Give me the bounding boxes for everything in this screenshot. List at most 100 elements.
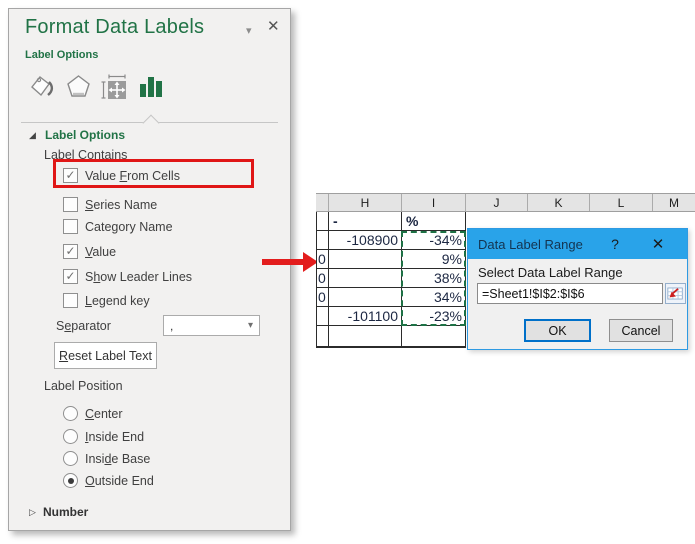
checkbox-show-leader-lines[interactable]: ✓ Show Leader Lines: [63, 269, 192, 284]
cell[interactable]: 34%: [402, 288, 466, 307]
checkbox-label: Show Leader Lines: [85, 269, 193, 284]
data-label-range-dialog: Data Label Range ? ✕ Select Data Label R…: [467, 228, 688, 350]
select-range-label: Select Data Label Range: [478, 265, 623, 280]
checkbox-category-name[interactable]: ✓ Category Name: [63, 219, 173, 234]
checkbox-label: Value: [85, 244, 117, 259]
close-icon[interactable]: ✕: [646, 229, 670, 259]
radio-dot: [68, 434, 74, 440]
column-header-L[interactable]: L: [590, 194, 653, 211]
checkbox-box[interactable]: ✓: [63, 197, 78, 212]
tab-label-options[interactable]: Label Options: [25, 49, 98, 61]
column-header-M[interactable]: M: [653, 194, 695, 211]
radio-dot: [67, 477, 74, 484]
cell[interactable]: -34%: [402, 231, 466, 250]
sheet-row-6: -101100 -23%: [317, 307, 466, 326]
dialog-titlebar[interactable]: Data Label Range ? ✕: [468, 229, 687, 259]
column-header-H[interactable]: H: [329, 194, 402, 211]
red-arrow-shaft: [262, 259, 305, 265]
cell[interactable]: -101100: [329, 307, 402, 326]
radio-circle[interactable]: [63, 429, 78, 444]
cell[interactable]: [317, 326, 329, 348]
screenshot-canvas: Format Data Labels ▾ ✕ Label Options ◢ L…: [0, 0, 695, 544]
reset-label-text-button[interactable]: Reset Label Text: [54, 342, 157, 369]
collapse-range-picker-button[interactable]: [665, 283, 686, 304]
help-icon[interactable]: ?: [606, 229, 624, 259]
column-header-I[interactable]: I: [402, 194, 466, 211]
chevron-down-icon[interactable]: ▾: [246, 24, 252, 37]
chevron-down-icon: ▾: [247, 320, 253, 331]
cell[interactable]: 9%: [402, 250, 466, 269]
close-icon[interactable]: ✕: [267, 17, 280, 35]
cell[interactable]: 0: [317, 288, 329, 307]
checkbox-label: Category Name: [85, 219, 173, 234]
sheet-row-3: 0 9%: [317, 250, 466, 269]
checkbox-box[interactable]: ✓: [63, 269, 78, 284]
cancel-button[interactable]: Cancel: [609, 319, 673, 342]
cell[interactable]: 38%: [402, 269, 466, 288]
cell-grid: - % -108900 -34% 0 9% 0 38% 0 34% -10110…: [316, 212, 466, 348]
section-number[interactable]: Number: [43, 505, 88, 519]
radio-label: Center: [85, 406, 123, 421]
separator-dropdown[interactable]: , ▾: [163, 315, 260, 336]
column-headers: H I J K L M: [316, 193, 695, 212]
label-position-heading: Label Position: [44, 379, 123, 393]
radio-center[interactable]: Center: [63, 406, 123, 421]
size-properties-icon[interactable]: [99, 71, 127, 101]
checkbox-label: Legend key: [85, 293, 150, 308]
checkbox-label: Series Name: [85, 197, 158, 212]
format-data-labels-pane: Format Data Labels ▾ ✕ Label Options ◢ L…: [8, 8, 291, 531]
checkbox-box[interactable]: ✓: [63, 293, 78, 308]
radio-circle[interactable]: [63, 406, 78, 421]
cell[interactable]: [329, 326, 402, 348]
cell[interactable]: [317, 231, 329, 250]
section-label-options[interactable]: Label Options: [45, 128, 125, 142]
separator-label: Separator: [56, 319, 111, 333]
chart-bars-icon[interactable]: [137, 71, 165, 101]
cell[interactable]: -: [329, 212, 402, 231]
radio-circle[interactable]: [63, 451, 78, 466]
cell[interactable]: [329, 269, 402, 288]
red-highlight-box: [53, 159, 254, 188]
range-input[interactable]: [477, 283, 663, 304]
sheet-row-1: - %: [317, 212, 466, 231]
radio-inside-end[interactable]: Inside End: [63, 429, 144, 444]
radio-label: Inside End: [85, 429, 145, 444]
cell[interactable]: -23%: [402, 307, 466, 326]
column-header-K[interactable]: K: [528, 194, 590, 211]
sheet-row-4: 0 38%: [317, 269, 466, 288]
cell[interactable]: 0: [317, 269, 329, 288]
column-header[interactable]: [316, 194, 329, 211]
cell[interactable]: %: [402, 212, 466, 231]
radio-label: Outside End: [85, 473, 154, 488]
effects-pentagon-icon[interactable]: [64, 71, 92, 101]
checkbox-box[interactable]: ✓: [63, 244, 78, 259]
sheet-row-2: -108900 -34%: [317, 231, 466, 250]
section-collapsed-icon[interactable]: ▷: [29, 507, 36, 518]
cell[interactable]: [317, 212, 329, 231]
cell[interactable]: [317, 307, 329, 326]
check-icon: ✓: [65, 244, 76, 258]
radio-inside-base[interactable]: Inside Base: [63, 451, 150, 466]
range-picker-icon: [667, 287, 683, 300]
checkbox-box[interactable]: ✓: [63, 219, 78, 234]
separator-value: ,: [170, 318, 174, 333]
fill-bucket-icon[interactable]: [27, 71, 55, 101]
sheet-row-7: [317, 326, 466, 348]
dialog-title: Data Label Range: [478, 236, 583, 252]
check-icon: ✓: [65, 269, 76, 283]
cell[interactable]: -108900: [329, 231, 402, 250]
ok-button[interactable]: OK: [524, 319, 591, 342]
cell[interactable]: [329, 288, 402, 307]
radio-outside-end[interactable]: Outside End: [63, 473, 154, 488]
cell[interactable]: 0: [317, 250, 329, 269]
checkbox-legend-key[interactable]: ✓ Legend key: [63, 293, 150, 308]
radio-circle[interactable]: [63, 473, 78, 488]
cell[interactable]: [402, 326, 466, 348]
selected-tab-notch: [142, 114, 160, 132]
column-header-J[interactable]: J: [466, 194, 528, 211]
checkbox-value[interactable]: ✓ Value: [63, 244, 116, 259]
checkbox-series-name[interactable]: ✓ Series Name: [63, 197, 157, 212]
radio-label: Inside Base: [85, 451, 151, 466]
section-expanded-icon[interactable]: ◢: [29, 130, 36, 141]
cell[interactable]: [329, 250, 402, 269]
